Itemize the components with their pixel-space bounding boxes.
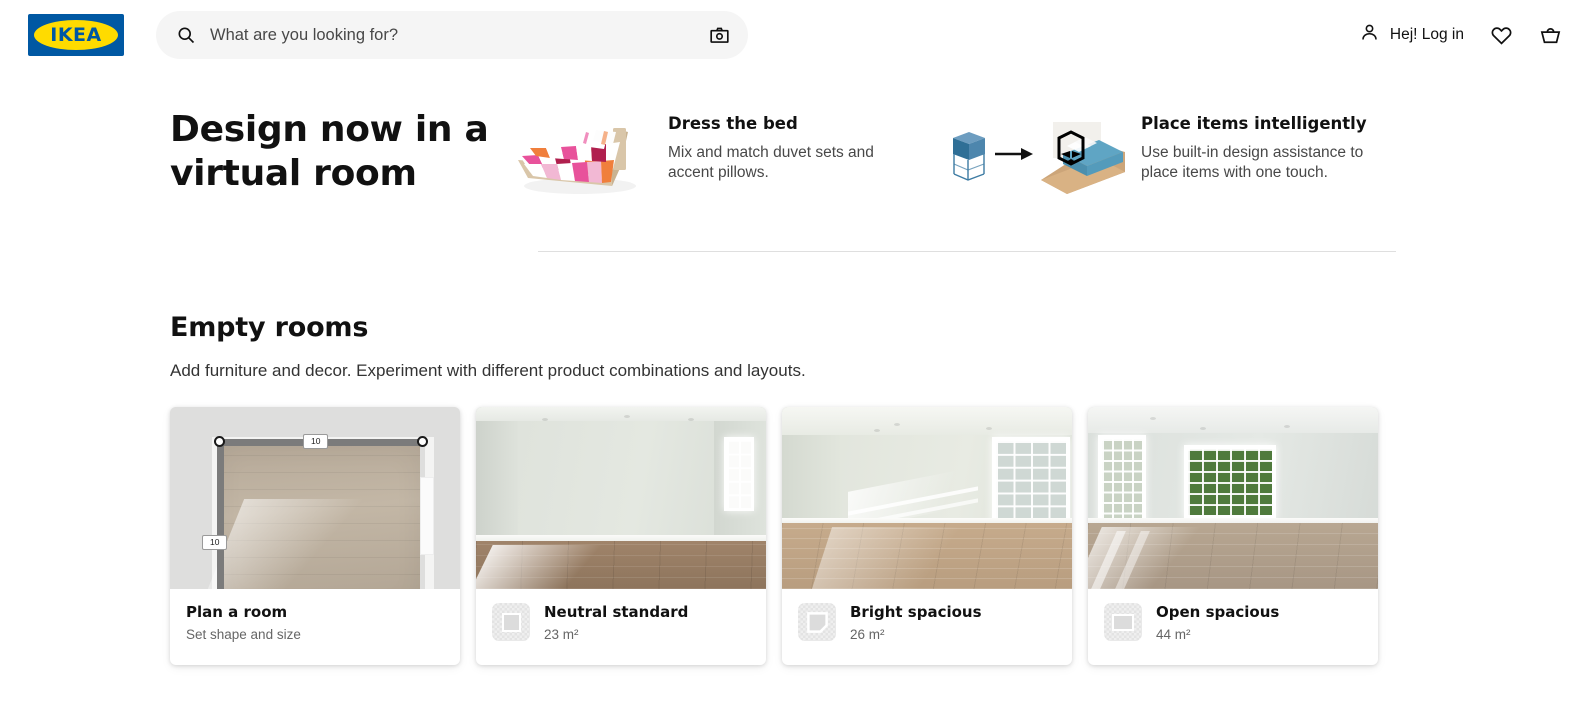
ceiling-light [542, 418, 548, 421]
feature-description: Mix and match duvet sets and accent pill… [668, 144, 874, 182]
site-header: IKEA Hej! Log in [0, 0, 1586, 70]
card-text: Open spacious 44 m² [1156, 603, 1279, 642]
camera-icon[interactable] [709, 25, 730, 46]
thumb-shape [806, 611, 828, 633]
ceiling-light [624, 415, 630, 418]
card-media [1088, 407, 1378, 589]
card-meta: 26 m² [850, 626, 885, 642]
feature-title: Place items intelligently [1141, 114, 1367, 133]
thumb-shape [501, 612, 521, 632]
feature-place-items: Place items intelligently Use built-in d… [947, 108, 1376, 205]
card-label: Bright spacious [850, 603, 982, 621]
room-card-neutral-standard[interactable]: Neutral standard 23 m² [476, 407, 766, 665]
ikea-logo[interactable]: IKEA [28, 14, 124, 56]
door-preview [420, 477, 434, 555]
ceiling-light [894, 423, 900, 426]
search-icon [176, 25, 196, 45]
card-label: Neutral standard [544, 603, 689, 621]
wide-room-plan-icon [1104, 603, 1142, 641]
card-body: Bright spacious 26 m² [782, 589, 1072, 665]
door-panes [1188, 449, 1272, 515]
header-actions: Hej! Log in [1359, 22, 1562, 48]
search-input[interactable] [210, 25, 709, 45]
ceiling-light [1284, 425, 1290, 428]
ceiling-light [874, 429, 880, 432]
heart-icon[interactable] [1490, 24, 1513, 47]
bed-illustration [500, 108, 668, 203]
logo-text: IKEA [50, 23, 102, 46]
card-body: Plan a room Set shape and size [170, 589, 460, 665]
feature-copy: Dress the bed Mix and match duvet sets a… [668, 108, 903, 184]
room-card-list: 10 10 Plan a room Set shape and size Neu… [170, 407, 1586, 665]
ceiling-light [1150, 417, 1156, 420]
ceiling [1088, 407, 1378, 433]
ceiling [782, 407, 1072, 435]
room-card-plan-a-room[interactable]: 10 10 Plan a room Set shape and size [170, 407, 460, 665]
feature-dress-the-bed: Dress the bed Mix and match duvet sets a… [500, 108, 903, 205]
card-label: Open spacious [1156, 603, 1280, 621]
feature-title: Dress the bed [668, 114, 798, 133]
window [724, 437, 754, 511]
ceiling-light [688, 418, 694, 421]
ceiling-light [1200, 427, 1206, 430]
section-subtitle: Add furniture and decor. Experiment with… [170, 361, 806, 380]
card-media: 10 10 [170, 407, 460, 589]
card-body: Open spacious 44 m² [1088, 589, 1378, 665]
corner-handle-top-right[interactable] [417, 436, 428, 447]
logo-ellipse: IKEA [34, 20, 118, 50]
floor-sunlight [811, 527, 983, 589]
card-label: Plan a room [186, 603, 288, 621]
dimension-label-top[interactable]: 10 [303, 434, 329, 450]
section-title: Empty rooms [170, 312, 369, 343]
dimension-label-left[interactable]: 10 [202, 535, 228, 551]
room-scene [1088, 407, 1378, 589]
room-scene [476, 407, 766, 589]
card-text: Plan a room Set shape and size [186, 603, 301, 642]
card-meta: 23 m² [544, 626, 579, 642]
room-card-open-spacious[interactable]: Open spacious 44 m² [1088, 407, 1378, 665]
feature-list: Dress the bed Mix and match duvet sets a… [500, 108, 1586, 205]
card-media [476, 407, 766, 589]
card-meta: 44 m² [1156, 626, 1191, 642]
person-icon [1359, 22, 1380, 48]
angled-room-plan-icon [798, 603, 836, 641]
feature-description: Use built-in design assistance to place … [1141, 144, 1364, 182]
ceiling [476, 407, 766, 421]
card-body: Neutral standard 23 m² [476, 589, 766, 665]
room-scene [782, 407, 1072, 589]
card-media [782, 407, 1072, 589]
hero-section: Design now in a virtual room Dress the b… [0, 70, 1586, 205]
window-panes [727, 440, 751, 508]
shopping-bag-icon[interactable] [1539, 24, 1562, 47]
garden-doors [1184, 445, 1276, 519]
floor-sunlight [476, 545, 623, 589]
room-card-bright-spacious[interactable]: Bright spacious 26 m² [782, 407, 1072, 665]
thumb-shape [1112, 613, 1134, 631]
square-room-plan-icon [492, 603, 530, 641]
card-text: Bright spacious 26 m² [850, 603, 982, 642]
ceiling-light [986, 427, 992, 430]
wall-edge-left[interactable] [217, 439, 224, 589]
place-items-illustration [947, 108, 1141, 205]
search-bar[interactable] [156, 11, 748, 59]
feature-copy: Place items intelligently Use built-in d… [1141, 108, 1376, 184]
side-doors [1098, 435, 1146, 527]
page-title: Design now in a virtual room [170, 109, 489, 194]
login-button[interactable]: Hej! Log in [1359, 22, 1464, 48]
corner-handle-top-left[interactable] [214, 436, 225, 447]
card-meta: Set shape and size [186, 626, 301, 642]
login-label: Hej! Log in [1389, 26, 1464, 43]
side-door-panes [1102, 439, 1142, 523]
card-text: Neutral standard 23 m² [544, 603, 688, 642]
empty-rooms-section: Empty rooms Add furniture and decor. Exp… [0, 252, 1586, 665]
